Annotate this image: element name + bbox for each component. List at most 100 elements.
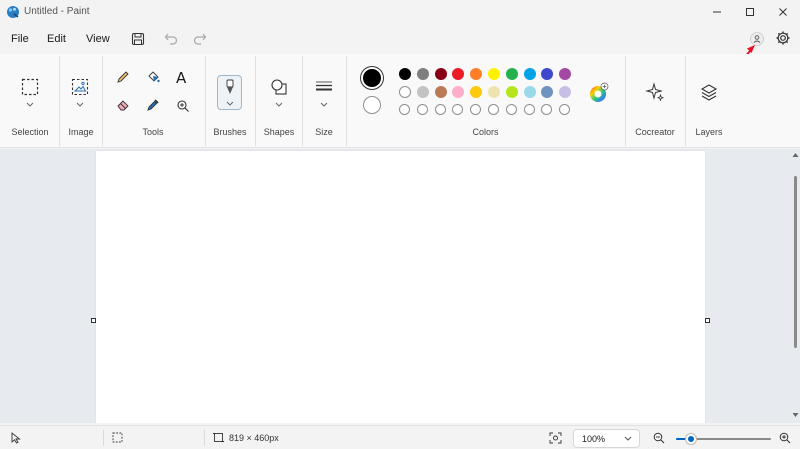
eraser-icon: [117, 100, 129, 111]
color-swatch[interactable]: [559, 86, 572, 98]
menu-view[interactable]: View: [86, 33, 110, 45]
zoom-level-select[interactable]: 100%: [573, 429, 640, 448]
color-wheel-icon: [590, 82, 609, 102]
edit-colors-button[interactable]: [588, 82, 610, 104]
zoom-slider-thumb[interactable]: [686, 434, 697, 444]
group-label-selection: Selection: [11, 127, 49, 137]
resize-handle-right[interactable]: [705, 318, 710, 323]
color-swatch[interactable]: [488, 68, 500, 80]
color-swatch[interactable]: [541, 68, 554, 80]
close-button[interactable]: [766, 0, 800, 24]
color-swatch[interactable]: [505, 68, 518, 80]
custom-color-slot[interactable]: [541, 104, 553, 115]
canvas-workspace: [0, 149, 800, 423]
color-picker-tool[interactable]: [146, 98, 160, 112]
zoom-in-icon[interactable]: [779, 432, 791, 444]
shapes-tool[interactable]: [270, 78, 288, 96]
drawing-canvas[interactable]: [96, 151, 705, 423]
chevron-down-icon[interactable]: [76, 102, 84, 108]
vertical-scrollbar[interactable]: [791, 149, 800, 423]
color-swatch[interactable]: [523, 86, 536, 98]
redo-button[interactable]: [192, 31, 208, 47]
pencil-tool[interactable]: [116, 70, 130, 84]
chevron-down-icon[interactable]: [275, 102, 283, 108]
group-label-image: Image: [68, 127, 94, 137]
scrollbar-thumb[interactable]: [794, 176, 797, 348]
primary-color[interactable]: [363, 69, 381, 87]
selection-tool[interactable]: [21, 78, 39, 96]
color-swatch[interactable]: [470, 68, 483, 80]
color-swatch[interactable]: [452, 68, 465, 80]
image-icon: [71, 78, 89, 96]
custom-color-slot[interactable]: [488, 104, 499, 115]
chevron-down-icon[interactable]: [320, 102, 328, 108]
group-label-brushes: Brushes: [213, 127, 247, 137]
minimize-icon: [713, 11, 721, 13]
settings-button[interactable]: [775, 30, 791, 46]
cursor-position-icon: [11, 432, 21, 444]
zoom-level-value: 100%: [582, 434, 606, 444]
title-bar: Untitled - Paint: [0, 0, 800, 26]
custom-color-slot[interactable]: [505, 104, 517, 115]
maximize-button[interactable]: [733, 0, 767, 24]
save-button[interactable]: [130, 31, 146, 47]
custom-color-slot[interactable]: [470, 104, 482, 115]
color-swatch[interactable]: [523, 68, 536, 80]
custom-color-slot[interactable]: [434, 104, 446, 115]
image-tool[interactable]: [71, 78, 89, 96]
undo-button[interactable]: [163, 31, 179, 47]
custom-color-slot[interactable]: [523, 104, 535, 115]
color-swatch[interactable]: [559, 68, 572, 80]
eraser-tool[interactable]: [116, 98, 130, 112]
fit-to-window-icon[interactable]: [549, 432, 562, 444]
color-swatch[interactable]: [434, 86, 447, 98]
color-swatch[interactable]: [541, 86, 554, 98]
fill-bucket-icon: [148, 71, 160, 83]
status-divider: [204, 430, 205, 446]
status-divider: [103, 430, 104, 446]
color-swatch[interactable]: [488, 86, 500, 98]
layers-button[interactable]: [699, 82, 719, 102]
minimize-button[interactable]: [700, 0, 734, 24]
color-swatch[interactable]: [452, 86, 465, 98]
scroll-down-icon[interactable]: [792, 412, 799, 418]
custom-color-slot[interactable]: [559, 104, 571, 115]
resize-handle-left[interactable]: [91, 318, 96, 323]
chevron-down-icon[interactable]: [26, 102, 34, 108]
magnifier-icon: [177, 100, 189, 112]
undo-icon: [164, 33, 178, 45]
fill-tool[interactable]: [146, 70, 160, 84]
cocreator-button[interactable]: [645, 82, 665, 102]
color-swatch[interactable]: [416, 86, 429, 98]
custom-color-slot[interactable]: [399, 104, 410, 115]
scroll-up-icon[interactable]: [792, 152, 799, 158]
sparkle-icon: [645, 82, 665, 102]
color-swatch[interactable]: [416, 68, 429, 80]
custom-color-slot[interactable]: [416, 104, 428, 115]
color-swatch[interactable]: [399, 86, 411, 98]
chevron-down-icon: [226, 101, 234, 106]
custom-color-slot[interactable]: [452, 104, 464, 115]
secondary-color[interactable]: [363, 96, 381, 114]
text-tool[interactable]: A: [176, 69, 186, 87]
menu-file[interactable]: File: [11, 33, 29, 45]
brush-icon: [226, 79, 234, 94]
zoom-out-icon[interactable]: [653, 432, 665, 444]
window-title: Untitled - Paint: [24, 6, 90, 17]
stroke-size-icon: [316, 81, 332, 91]
color-swatch[interactable]: [505, 86, 518, 98]
canvas-size-text: 819 × 460px: [229, 433, 279, 443]
rectangle-select-icon: [21, 78, 39, 96]
color-swatch[interactable]: [470, 86, 483, 98]
brushes-button[interactable]: [217, 75, 242, 110]
chevron-down-icon: [624, 436, 632, 441]
color-swatch[interactable]: [399, 68, 411, 80]
close-icon: [779, 8, 787, 16]
selection-size-icon: [112, 432, 123, 443]
pencil-icon: [117, 71, 129, 83]
maximize-icon: [746, 8, 754, 16]
size-tool[interactable]: [315, 80, 333, 94]
magnifier-tool[interactable]: [176, 99, 190, 113]
menu-edit[interactable]: Edit: [47, 33, 66, 45]
color-swatch[interactable]: [434, 68, 447, 80]
